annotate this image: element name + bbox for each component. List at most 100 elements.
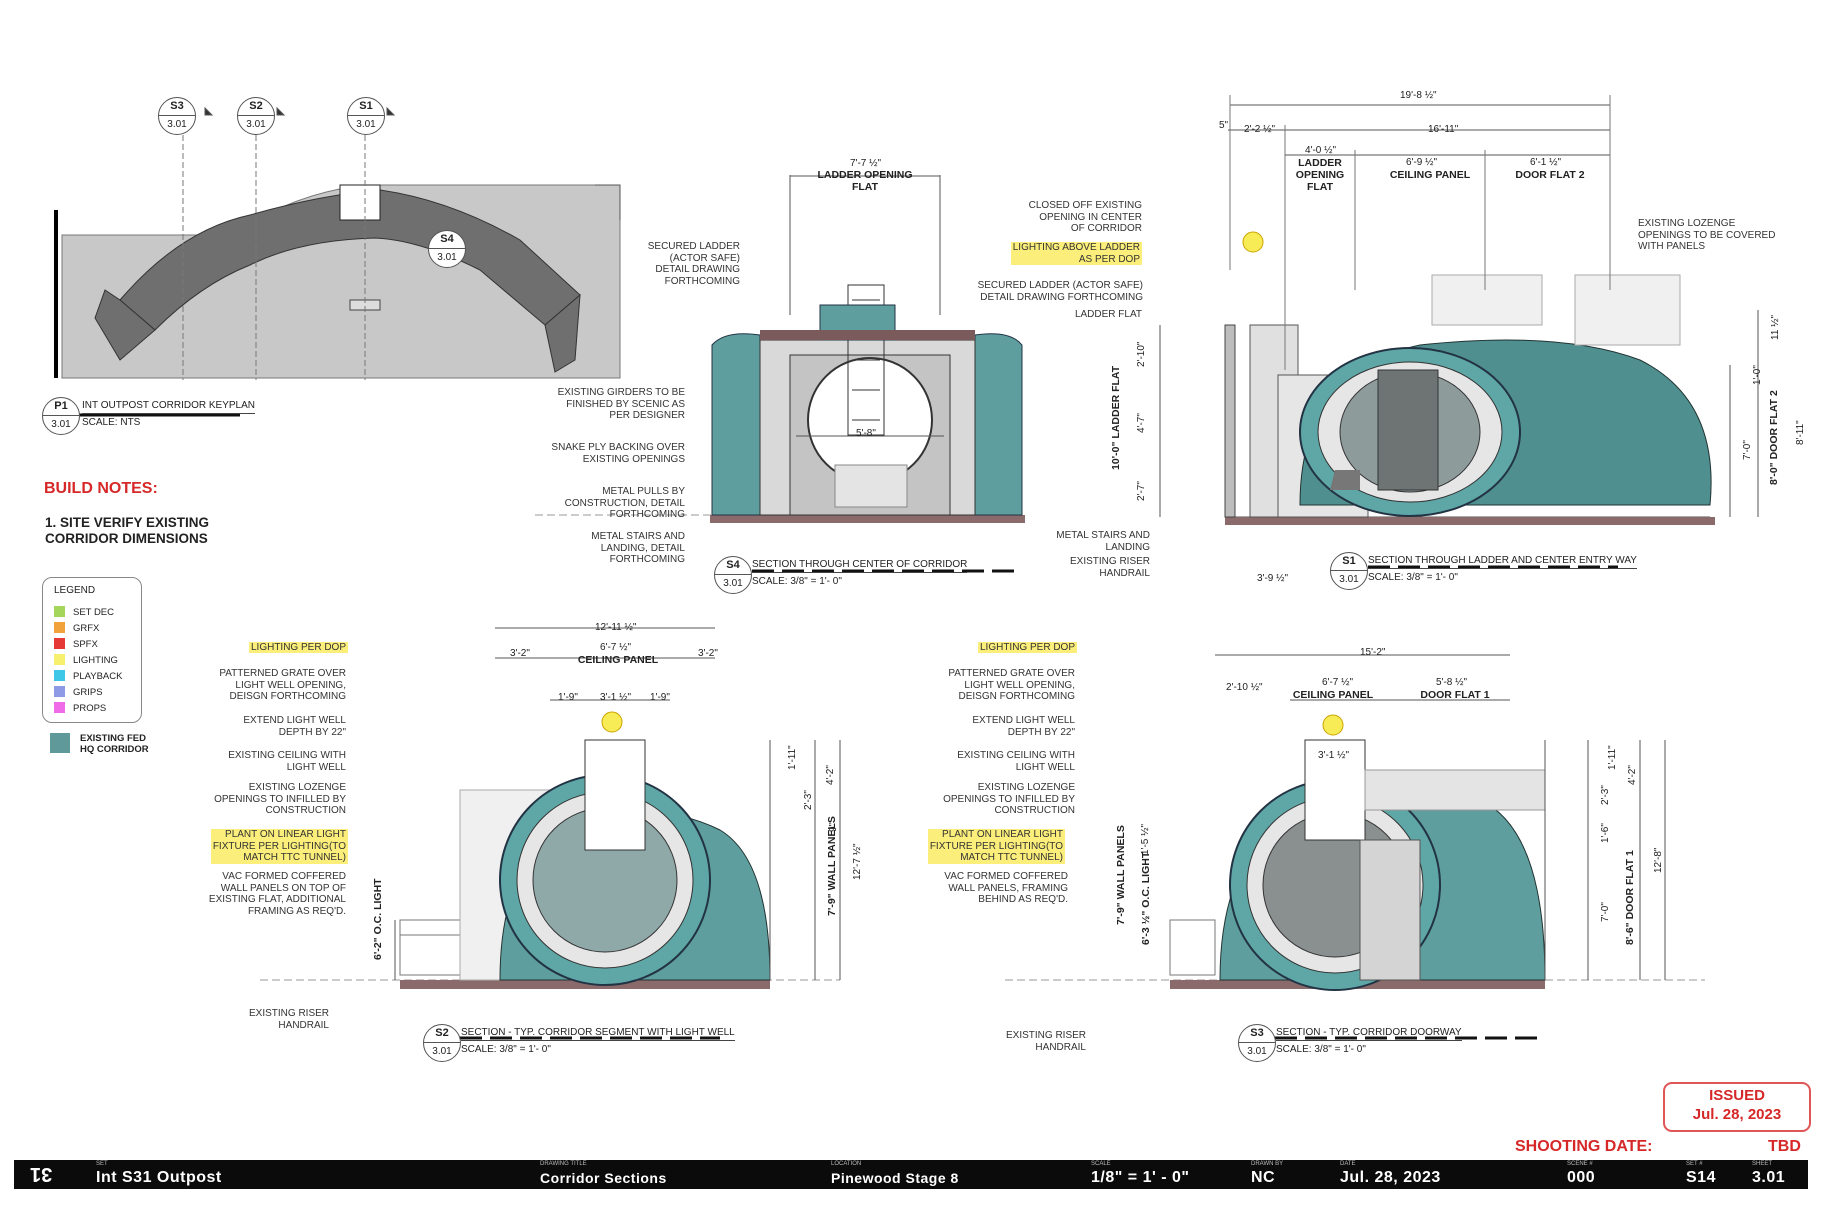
- tag-sheet: 3.01: [1247, 1046, 1267, 1057]
- tag-sheet: 3.01: [1339, 574, 1359, 585]
- s1-note-stairs: METAL STAIRS AND LANDING: [1056, 530, 1150, 553]
- legend-item-props: PROPS: [54, 702, 106, 714]
- s4-section-tag: S4 3.01: [714, 556, 752, 594]
- swatch: [54, 702, 65, 713]
- legend-label: GRFX: [73, 623, 100, 634]
- marker-sheet: 3.01: [167, 119, 187, 130]
- s4-note-ladder: SECURED LADDER (ACTOR SAFE) DETAIL DRAWI…: [647, 241, 740, 287]
- marker-sheet: 3.01: [356, 119, 376, 130]
- keyplan-caption: INT OUTPOST CORRIDOR KEYPLAN SCALE: NTS: [82, 400, 255, 428]
- marker-id: S4: [429, 231, 465, 249]
- s3-dim-overall: 15'-2": [1360, 647, 1386, 658]
- legend-existing-swatch: [50, 733, 70, 753]
- s3-dim-5-8: 5'-8 ½": [1436, 677, 1468, 688]
- s1-vdim-1-0: 1'-0": [1752, 365, 1763, 385]
- s1-title: SECTION THROUGH LADDER AND CENTER ENTRY …: [1368, 555, 1637, 569]
- s3-caption: SECTION - TYP. CORRIDOR DOORWAY SCALE: 3…: [1276, 1027, 1462, 1055]
- s3-section-tag: S3 3.01: [1238, 1024, 1276, 1062]
- s1-vlabel-ladder-flat: 10'-0" LADDER FLAT: [1110, 365, 1122, 470]
- legend: LEGEND SET DEC GRFX SPFX LIGHTING PLAYBA…: [42, 577, 142, 723]
- s1-note-secured: SECURED LADDER (ACTOR SAFE) DETAIL DRAWI…: [977, 280, 1143, 303]
- s3-note-lozenge: EXISTING LOZENGE OPENINGS TO INFILLED BY…: [943, 782, 1075, 816]
- tb-scale-key: SCALE: [1091, 1161, 1111, 1167]
- s1-vdim-2-10: 2'-10": [1136, 341, 1147, 367]
- sheet-number-flipped: 31: [30, 1163, 53, 1185]
- s2-dim-overall: 12'-11 ½": [595, 622, 637, 633]
- s1-note-riser: EXISTING RISER HANDRAIL: [1069, 556, 1150, 579]
- swatch: [54, 638, 65, 649]
- s3-note-extend-well: EXTEND LIGHT WELL DEPTH BY 22": [972, 715, 1075, 738]
- tb-date-value: Jul. 28, 2023: [1340, 1169, 1441, 1186]
- s3-vlabel-oc-light: 6'-3 ½" O.C. LIGHT: [1140, 851, 1152, 945]
- s1-note-lozenge: EXISTING LOZENGE OPENINGS TO BE COVERED …: [1638, 218, 1776, 252]
- s1-note-lighting: LIGHTING ABOVE LADDER AS PER DOP: [1000, 242, 1142, 265]
- s1-vdim-4-7: 4'-7": [1136, 413, 1147, 433]
- s1-label-ladder: LADDER OPENING FLAT: [1295, 157, 1345, 193]
- s4-note-girders: EXISTING GIRDERS TO BE FINISHED BY SCENI…: [557, 387, 685, 421]
- tb-sheet-value: 3.01: [1752, 1169, 1786, 1186]
- s3-note-linear-light: PLANT ON LINEAR LIGHT FIXTURE PER LIGHTI…: [920, 829, 1065, 864]
- section-marker-s1[interactable]: S1 3.01: [347, 97, 385, 135]
- tb-location: LOCATION Pinewood Stage 8: [831, 1160, 959, 1187]
- s2-vdim-12-7: 12'-7 ½": [852, 843, 863, 880]
- s1-drawing: [1159, 95, 1759, 525]
- legend-label: SPFX: [73, 639, 98, 650]
- s1-dim-16-11: 16'-11": [1428, 124, 1459, 135]
- tb-location-value: Pinewood Stage 8: [831, 1170, 959, 1186]
- s3-vdim-1-6: 1'-6": [1600, 823, 1611, 843]
- tb-set-value: Int S31 Outpost: [96, 1169, 222, 1186]
- s2-note-riser: EXISTING RISER HANDRAIL: [248, 1008, 329, 1031]
- s1-vdim-7-0: 7'-0": [1742, 440, 1753, 460]
- s2-vlabel-wall-panels: 7'-9" WALL PANELS: [826, 816, 838, 916]
- tb-scale: SCALE 1/8" = 1' - 0": [1091, 1160, 1189, 1187]
- s4-title: SECTION THROUGH CENTER OF CORRIDOR: [752, 559, 968, 573]
- tb-setn-value: S14: [1686, 1169, 1716, 1186]
- s1-dim-6-9: 6'-9 ½": [1406, 157, 1438, 168]
- s2-vdim-4-2: 4'-2": [825, 765, 836, 785]
- legend-label: SET DEC: [73, 607, 115, 618]
- legend-existing-label: EXISTING FED HQ CORRIDOR: [80, 733, 149, 755]
- legend-title: LEGEND: [54, 585, 96, 596]
- s2-note-vac-formed: VAC FORMED COFFERED WALL PANELS ON TOP O…: [208, 871, 346, 917]
- s4-dim-door: 5'-8": [856, 428, 876, 439]
- tag-id: S3: [1239, 1025, 1275, 1043]
- tb-date-key: DATE: [1340, 1161, 1356, 1167]
- s4-label-ladder-opening: LADDER OPENING FLAT: [817, 169, 913, 193]
- tb-drawing-value: Corridor Sections: [540, 1170, 667, 1186]
- issued-stamp: ISSUED Jul. 28, 2023: [1663, 1082, 1811, 1132]
- legend-item-playback: PLAYBACK: [54, 670, 122, 682]
- s3-label-ceiling: CEILING PANEL: [1292, 689, 1374, 701]
- s1-vdim-8-11: 8'-11": [1795, 420, 1806, 445]
- section-marker-s2[interactable]: S2 3.01: [237, 97, 275, 135]
- s3-dim-2-10: 2'-10 ½": [1226, 682, 1263, 693]
- s4-note-snake-ply: SNAKE PLY BACKING OVER EXISTING OPENINGS: [551, 442, 685, 465]
- s2-dim-1-9a: 1'-9": [558, 692, 578, 703]
- tb-scale-value: 1/8" = 1' - 0": [1091, 1169, 1190, 1186]
- s1-dim-6-1: 6'-1 ½": [1530, 157, 1562, 168]
- shooting-date-value: TBD: [1768, 1138, 1801, 1155]
- s1-vdim-11-2: 11 ½": [1770, 314, 1781, 340]
- s4-scale: SCALE: 3/8" = 1'- 0": [752, 576, 842, 587]
- tb-location-key: LOCATION: [831, 1161, 862, 1167]
- tb-sheet: SHEET 3.01: [1752, 1160, 1785, 1187]
- s2-note-ceiling: EXISTING CEILING WITH LIGHT WELL: [228, 750, 346, 773]
- tb-drawn: DRAWN BY NC: [1251, 1160, 1283, 1187]
- s2-vdim-2-3: 2'-3": [803, 790, 814, 810]
- s1-note-ladder-flat: LADDER FLAT: [1074, 309, 1142, 320]
- s3-dim-3-1: 3'-1 ½": [1318, 750, 1350, 761]
- build-note-1: 1. SITE VERIFY EXISTING CORRIDOR DIMENSI…: [45, 515, 210, 546]
- s1-vdim-2-7: 2'-7": [1136, 481, 1147, 501]
- s2-dim-3-2a: 3'-2": [510, 648, 530, 659]
- s2-note-grate: PATTERNED GRATE OVER LIGHT WELL OPENING,…: [219, 668, 346, 702]
- s1-dim-bottom: 3'-9 ½": [1257, 573, 1289, 584]
- swatch: [54, 606, 65, 617]
- section-marker-s4[interactable]: S4 3.01: [428, 230, 466, 268]
- tb-scene-value: 000: [1567, 1169, 1596, 1186]
- s3-title: SECTION - TYP. CORRIDOR DOORWAY: [1276, 1027, 1462, 1041]
- section-marker-s3[interactable]: S3 3.01: [158, 97, 196, 135]
- s3-vdim-1-5: 1'-5 ½": [1140, 823, 1151, 855]
- keyplan-drawing: [52, 106, 621, 380]
- s2-note-lozenge: EXISTING LOZENGE OPENINGS TO INFILLED BY…: [214, 782, 346, 816]
- s3-vdim-4-2: 4'-2": [1627, 765, 1638, 785]
- s2-scale: SCALE: 3/8" = 1'- 0": [461, 1044, 551, 1055]
